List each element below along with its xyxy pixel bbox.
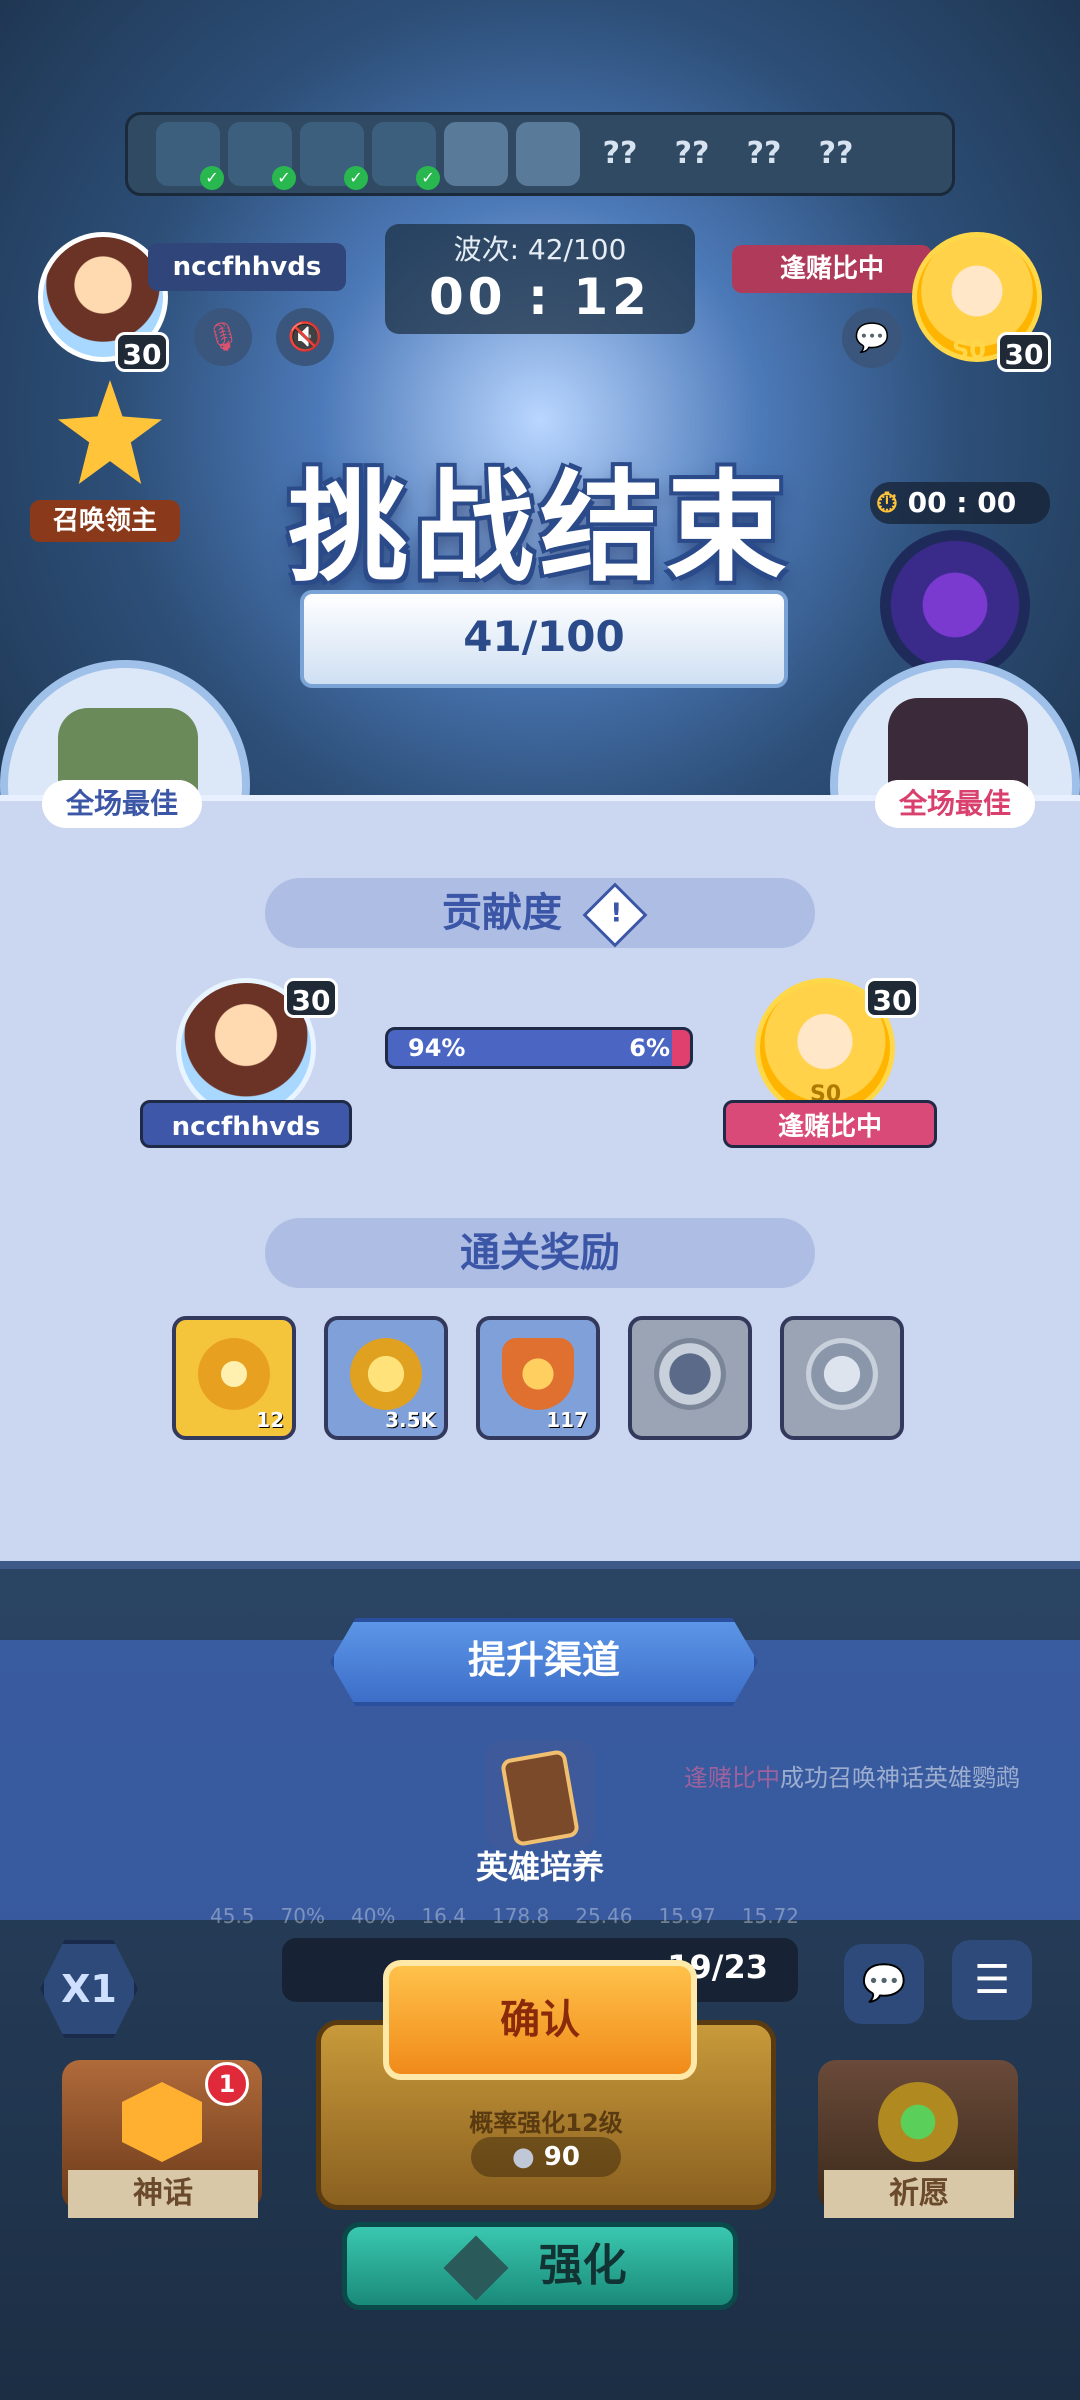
wave-timer: 00 : 12 bbox=[429, 268, 651, 326]
myth-emblem-icon bbox=[122, 2082, 202, 2162]
contribution-title: 贡献度 bbox=[442, 890, 563, 936]
reward-count: 12 bbox=[256, 1408, 284, 1432]
myth-label: 神话 bbox=[68, 2170, 258, 2218]
clover-icon bbox=[878, 2082, 958, 2162]
wave-info: 波次: 42/100 00 : 12 bbox=[385, 224, 695, 334]
stat-value: 70% bbox=[280, 1904, 325, 1928]
speaker-muted-icon[interactable]: 🔇 bbox=[276, 308, 334, 366]
stat-value: 45.5 bbox=[210, 1904, 255, 1928]
coin-icon bbox=[350, 1338, 422, 1410]
player-left-name: nccfhhvds bbox=[148, 243, 346, 291]
score-ribbon: 41/100 bbox=[300, 590, 788, 688]
contribution-bar: 94% 6% bbox=[385, 1027, 693, 1069]
contribution-right-name: 逢赌比中 bbox=[723, 1100, 937, 1148]
mic-muted-icon[interactable]: 🎙 bbox=[194, 308, 252, 366]
summon-feed-name: 逢赌比中 bbox=[684, 1764, 780, 1792]
reward-count: 117 bbox=[546, 1408, 588, 1432]
rewards-header: 通关奖励 bbox=[265, 1218, 815, 1288]
reward-item[interactable]: 12 bbox=[172, 1316, 296, 1440]
contribution-bar-right-fill bbox=[671, 1030, 690, 1066]
summon-cost: ● 90 bbox=[471, 2137, 621, 2177]
reward-count: 3.5K bbox=[385, 1408, 436, 1432]
hero-slot-unknown: ?? bbox=[746, 136, 782, 171]
hero-slot-5 bbox=[444, 122, 508, 186]
upgrade-header: 提升渠道 bbox=[330, 1618, 758, 1706]
stat-value: 40% bbox=[350, 1904, 396, 1928]
key-icon bbox=[198, 1338, 270, 1410]
stat-value: 15.72 bbox=[741, 1904, 800, 1928]
hero-training-button[interactable] bbox=[485, 1740, 595, 1850]
hero-slot-unknown: ?? bbox=[674, 136, 710, 171]
stat-value: 15.97 bbox=[658, 1904, 716, 1928]
confirm-button[interactable]: 确认 bbox=[383, 1960, 697, 2080]
info-icon[interactable]: ! bbox=[582, 882, 648, 948]
chat-button-icon[interactable]: 💬 bbox=[844, 1944, 924, 2024]
reward-item[interactable]: 3.5K bbox=[324, 1316, 448, 1440]
cost-value: 90 bbox=[543, 2142, 580, 2172]
contribution-left-level: 30 bbox=[284, 978, 338, 1018]
reward-list: 12 3.5K 117 bbox=[172, 1316, 904, 1440]
contribution-header: 贡献度 ! bbox=[265, 878, 815, 948]
stat-value: 16.4 bbox=[421, 1904, 466, 1928]
upgrade-arrow-icon bbox=[443, 2235, 509, 2301]
contribution-right-percent: 6% bbox=[629, 1034, 670, 1062]
myth-notification-badge: 1 bbox=[205, 2062, 249, 2106]
enhance-label: 强化 bbox=[538, 2240, 627, 2291]
trophy-icon bbox=[502, 1338, 574, 1410]
hero-slot-3 bbox=[300, 122, 368, 190]
hero-slot-4 bbox=[372, 122, 440, 190]
player-left-level: 30 bbox=[115, 332, 169, 372]
player-right-name: 逢赌比中 bbox=[732, 245, 932, 293]
card-icon bbox=[499, 1748, 581, 1848]
shield-icon bbox=[654, 1338, 726, 1410]
player-right-badge: S0 bbox=[952, 336, 986, 364]
chat-bubble-icon[interactable]: 💬 bbox=[842, 308, 902, 368]
player-right-level: 30 bbox=[997, 332, 1051, 372]
stat-row: 45.5 70% 40% 16.4 178.8 25.46 15.97 15.72 bbox=[210, 1904, 799, 1928]
menu-icon[interactable]: ☰ bbox=[952, 1940, 1032, 2020]
hero-progress-bar: ?? ?? ?? ?? bbox=[125, 112, 955, 196]
hero-slot-unknown: ?? bbox=[818, 136, 854, 171]
wave-label: 波次: 42/100 bbox=[453, 233, 627, 266]
hero-slot-2 bbox=[228, 122, 296, 190]
mvp-right-label: 全场最佳 bbox=[875, 780, 1035, 828]
reward-item[interactable] bbox=[628, 1316, 752, 1440]
gem-icon: ● bbox=[512, 2142, 535, 2172]
emblem-icon bbox=[806, 1338, 878, 1410]
reward-item[interactable]: 117 bbox=[476, 1316, 600, 1440]
reward-item[interactable] bbox=[780, 1316, 904, 1440]
contribution-right-level: 30 bbox=[865, 978, 919, 1018]
probability-text: 概率强化12级 bbox=[469, 2109, 623, 2137]
hero-slot-1 bbox=[156, 122, 224, 190]
summon-feed: 逢赌比中成功召唤神话英雄鹦鹉 bbox=[684, 1758, 1020, 1793]
hero-slot-unknown: ?? bbox=[602, 136, 638, 171]
wish-label: 祈愿 bbox=[824, 2170, 1014, 2218]
mvp-left-label: 全场最佳 bbox=[42, 780, 202, 828]
summon-feed-text: 成功召唤神话英雄鹦鹉 bbox=[780, 1764, 1020, 1792]
hero-training-label: 英雄培养 bbox=[475, 1848, 604, 1886]
enhance-button[interactable]: 强化 bbox=[342, 2222, 738, 2310]
contribution-left-percent: 94% bbox=[408, 1034, 466, 1062]
stat-value: 25.46 bbox=[575, 1904, 633, 1928]
stat-value: 178.8 bbox=[491, 1904, 550, 1928]
contribution-left-name: nccfhhvds bbox=[140, 1100, 352, 1148]
hero-slot-6 bbox=[516, 122, 580, 186]
challenge-end-title: 挑战结束 bbox=[288, 459, 792, 598]
